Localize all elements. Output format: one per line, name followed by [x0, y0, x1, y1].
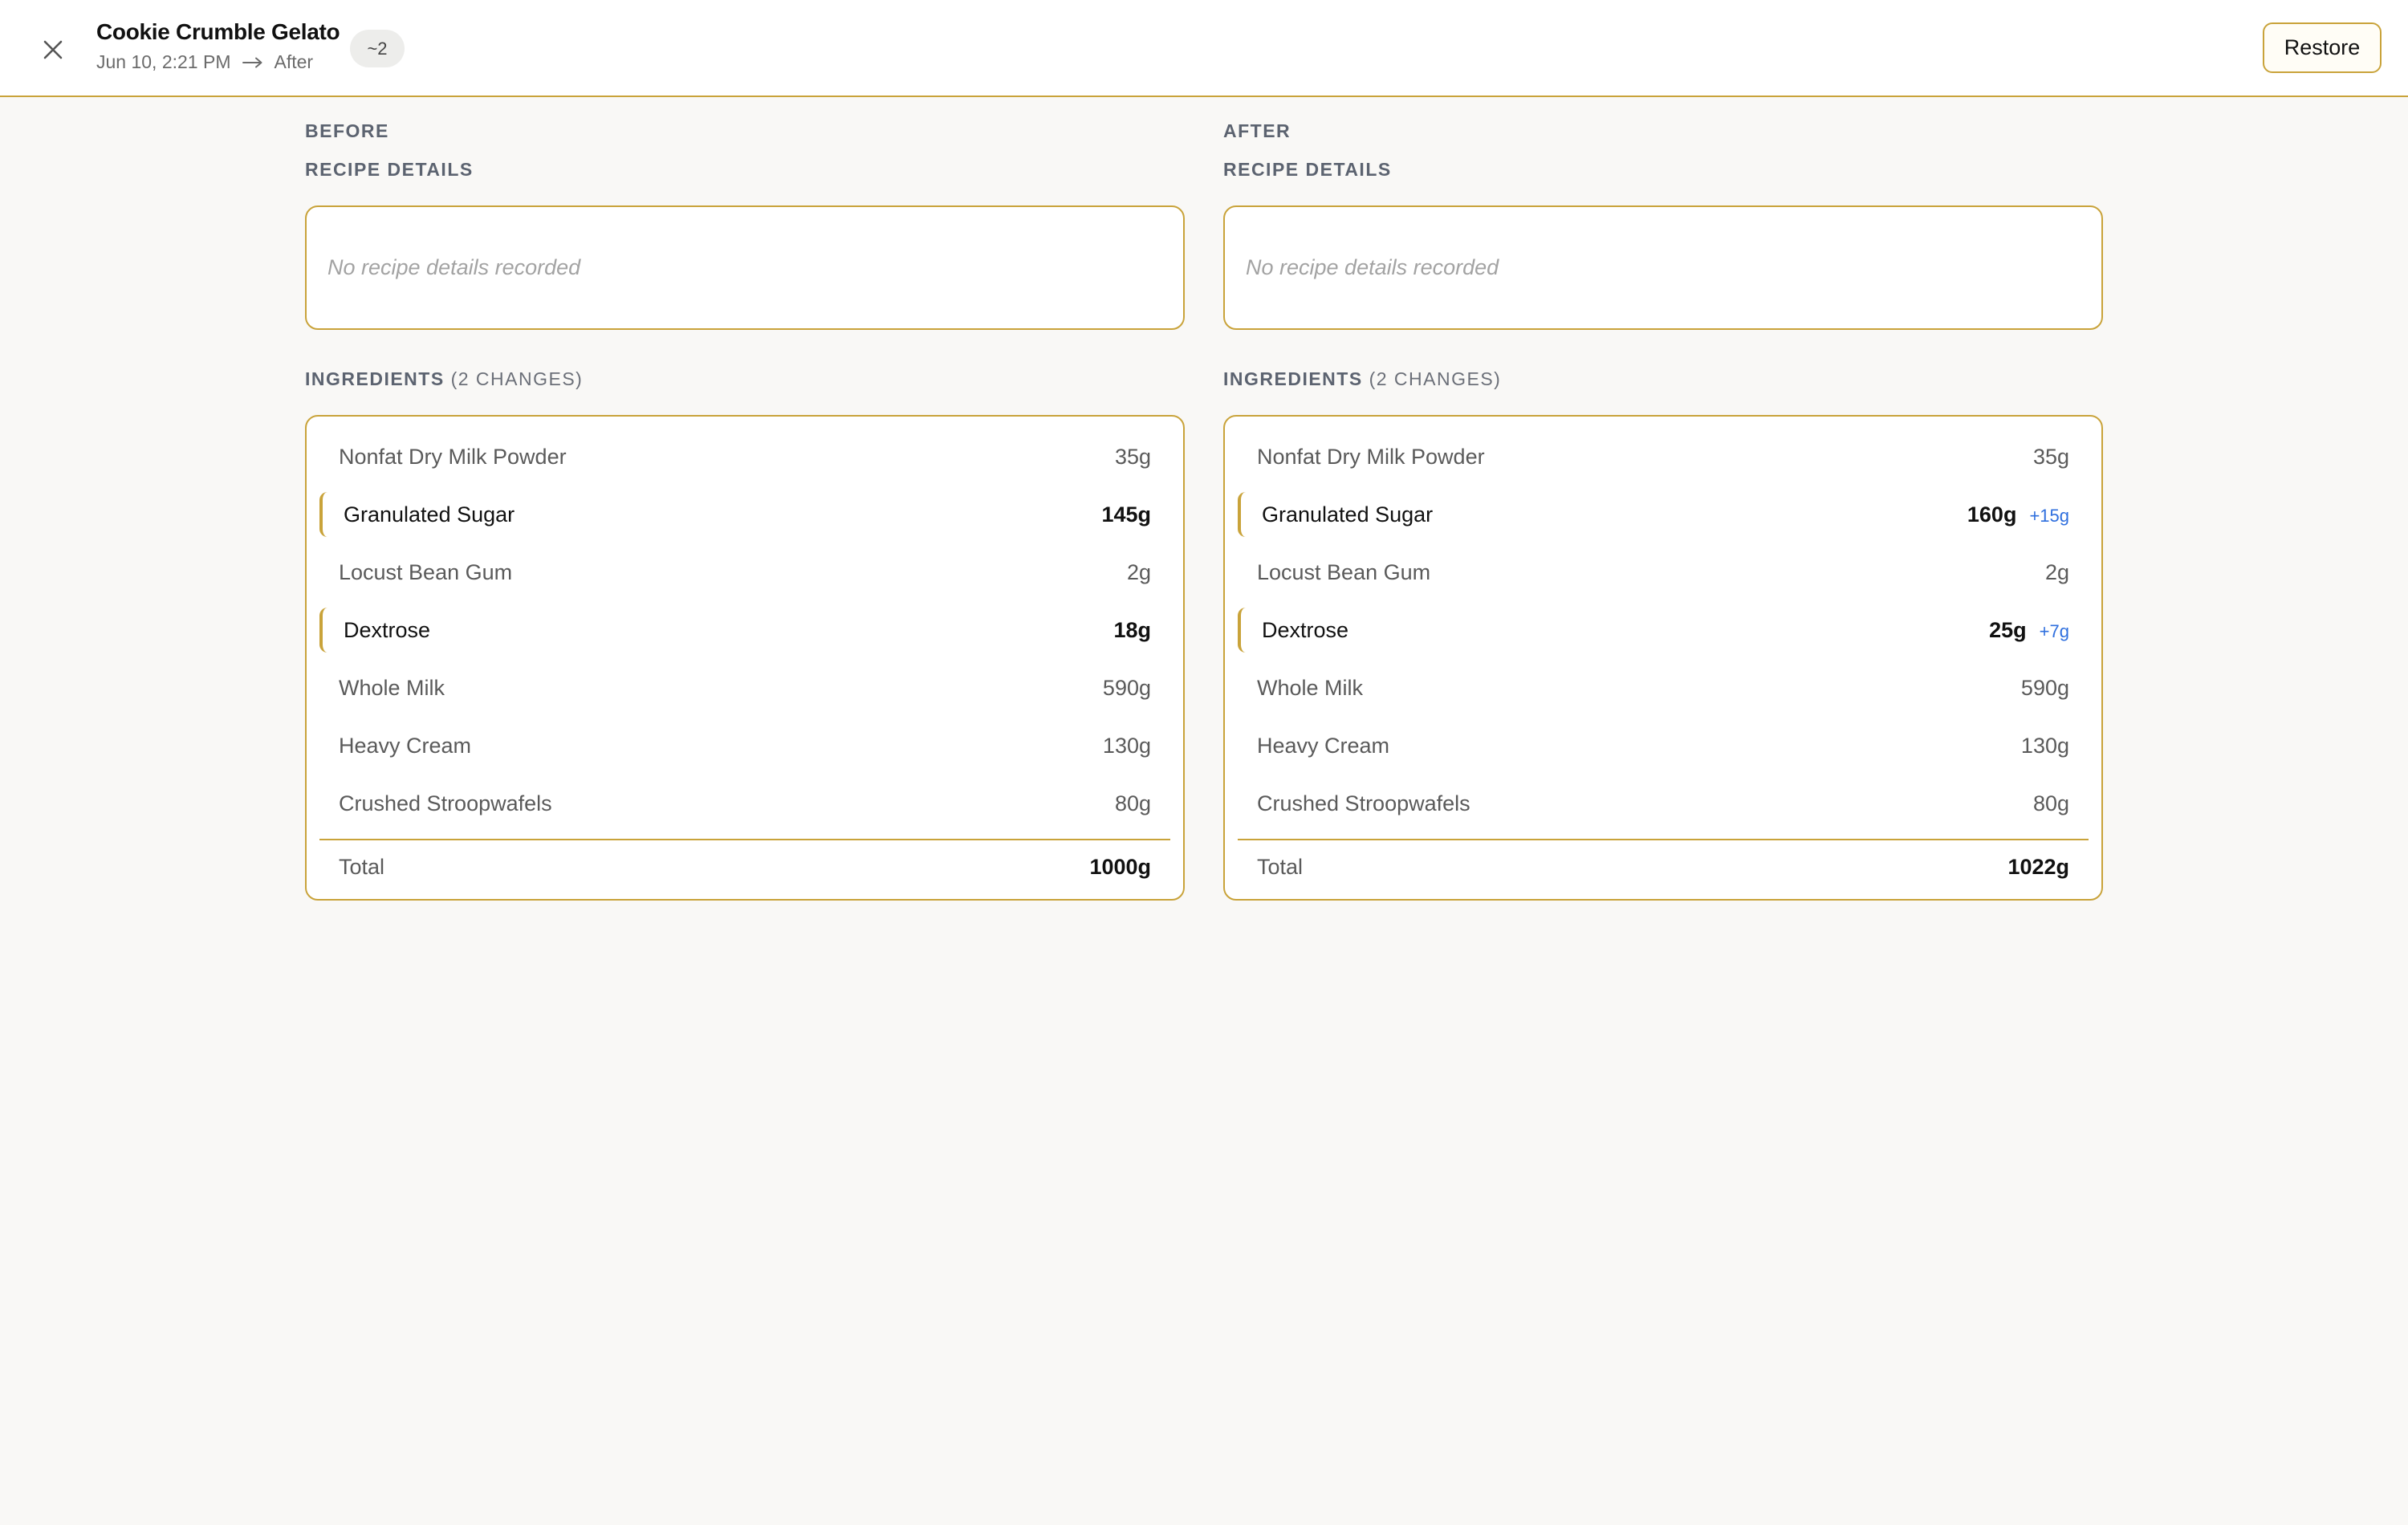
- total-value: 1000g: [1089, 854, 1151, 879]
- from-timestamp: Jun 10, 2:21 PM: [96, 51, 231, 72]
- recipe-details-card: No recipe details recorded: [1223, 205, 2103, 330]
- diff-header: Cookie Crumble Gelato Jun 10, 2:21 PM Af…: [0, 0, 2408, 97]
- ingredient-row: Locust Bean Gum 2g: [319, 543, 1170, 601]
- ingredients-label: INGREDIENTS (2 CHANGES): [305, 368, 1185, 389]
- amount-delta: +15g: [2029, 505, 2069, 526]
- change-count-badge: ~2: [350, 30, 405, 67]
- ingredient-row: Nonfat Dry Milk Powder 35g: [319, 428, 1170, 486]
- ingredient-row: Whole Milk 590g: [319, 659, 1170, 717]
- arrow-right-icon: [242, 57, 262, 67]
- ingredient-name: Nonfat Dry Milk Powder: [339, 444, 567, 469]
- total-value: 1022g: [2007, 854, 2069, 879]
- ingredients-card: Nonfat Dry Milk Powder 35g Granulated Su…: [305, 415, 1185, 901]
- to-label: After: [274, 51, 314, 72]
- ingredient-amount: 590g: [2020, 675, 2069, 700]
- amount-delta: +7g: [2039, 620, 2069, 641]
- ingredient-row: Crushed Stroopwafels 80g: [319, 775, 1170, 832]
- ingredient-name: Granulated Sugar: [344, 502, 515, 527]
- ingredient-name: Whole Milk: [339, 675, 445, 700]
- after-heading: AFTER: [1223, 120, 1291, 141]
- ingredient-row: Nonfat Dry Milk Powder 35g: [1238, 428, 2089, 486]
- ingredient-name: Granulated Sugar: [1262, 502, 1434, 527]
- ingredient-amount: 18g: [1113, 617, 1151, 642]
- ingredient-amount: 2g: [2044, 559, 2069, 584]
- close-button[interactable]: [32, 29, 74, 71]
- ingredients-title: INGREDIENTS: [305, 368, 445, 389]
- ingredient-row-changed: Granulated Sugar 160g +15g: [1238, 486, 2089, 543]
- ingredient-row-changed: Granulated Sugar 145g: [319, 486, 1170, 543]
- close-icon: [43, 40, 63, 59]
- version-subtitle: Jun 10, 2:21 PM After: [96, 51, 313, 73]
- ingredient-amount: 130g: [1102, 733, 1151, 758]
- ingredient-name: Heavy Cream: [339, 733, 472, 758]
- ingredient-row: Heavy Cream 130g: [319, 717, 1170, 775]
- ingredient-name: Nonfat Dry Milk Powder: [1257, 444, 1485, 469]
- ingredient-row: Locust Bean Gum 2g: [1238, 543, 2089, 601]
- ingredient-name: Dextrose: [1262, 617, 1349, 642]
- ingredients-card: Nonfat Dry Milk Powder 35g Granulated Su…: [1223, 415, 2103, 901]
- ingredients-change-count: (2 CHANGES): [450, 368, 584, 389]
- ingredient-amount: 160g: [1967, 502, 2017, 527]
- restore-button[interactable]: Restore: [2263, 22, 2382, 73]
- ingredient-amount: 35g: [2032, 444, 2069, 469]
- before-column: BEFORE RECIPE DETAILS No recipe details …: [305, 120, 1185, 901]
- ingredient-name: Crushed Stroopwafels: [339, 791, 552, 815]
- after-column: AFTER RECIPE DETAILS No recipe details r…: [1223, 120, 2103, 901]
- ingredient-row-changed: Dextrose 25g +7g: [1238, 601, 2089, 659]
- ingredient-amount: 130g: [2020, 733, 2069, 758]
- recipe-details-card: No recipe details recorded: [305, 205, 1185, 330]
- ingredient-name: Heavy Cream: [1257, 733, 1390, 758]
- ingredient-amount: 25g: [1989, 617, 2027, 642]
- ingredient-row: Heavy Cream 130g: [1238, 717, 2089, 775]
- total-row: Total 1022g: [1238, 839, 2089, 893]
- ingredient-row: Whole Milk 590g: [1238, 659, 2089, 717]
- ingredient-amount: 590g: [1102, 675, 1151, 700]
- empty-details-text: No recipe details recorded: [1246, 255, 1499, 279]
- before-heading: BEFORE: [305, 120, 389, 141]
- recipe-details-label: RECIPE DETAILS: [305, 159, 474, 180]
- ingredient-name: Whole Milk: [1257, 675, 1364, 700]
- total-label: Total: [339, 854, 385, 879]
- ingredients-change-count: (2 CHANGES): [1369, 368, 1502, 389]
- ingredient-name: Crushed Stroopwafels: [1257, 791, 1470, 815]
- ingredient-name: Locust Bean Gum: [1257, 559, 1431, 584]
- recipe-details-label: RECIPE DETAILS: [1223, 159, 1392, 180]
- ingredient-amount: 35g: [1114, 444, 1151, 469]
- ingredient-row-changed: Dextrose 18g: [319, 601, 1170, 659]
- ingredient-amount: 80g: [1114, 791, 1151, 815]
- ingredients-title: INGREDIENTS: [1223, 368, 1363, 389]
- total-row: Total 1000g: [319, 839, 1170, 893]
- empty-details-text: No recipe details recorded: [327, 255, 581, 279]
- ingredients-label: INGREDIENTS (2 CHANGES): [1223, 368, 2103, 389]
- ingredient-name: Dextrose: [344, 617, 431, 642]
- total-label: Total: [1257, 854, 1304, 879]
- ingredient-row: Crushed Stroopwafels 80g: [1238, 775, 2089, 832]
- ingredient-name: Locust Bean Gum: [339, 559, 513, 584]
- ingredient-amount: 2g: [1126, 559, 1151, 584]
- recipe-title: Cookie Crumble Gelato: [96, 19, 340, 44]
- ingredient-amount: 145g: [1101, 502, 1151, 527]
- ingredient-amount: 80g: [2032, 791, 2069, 815]
